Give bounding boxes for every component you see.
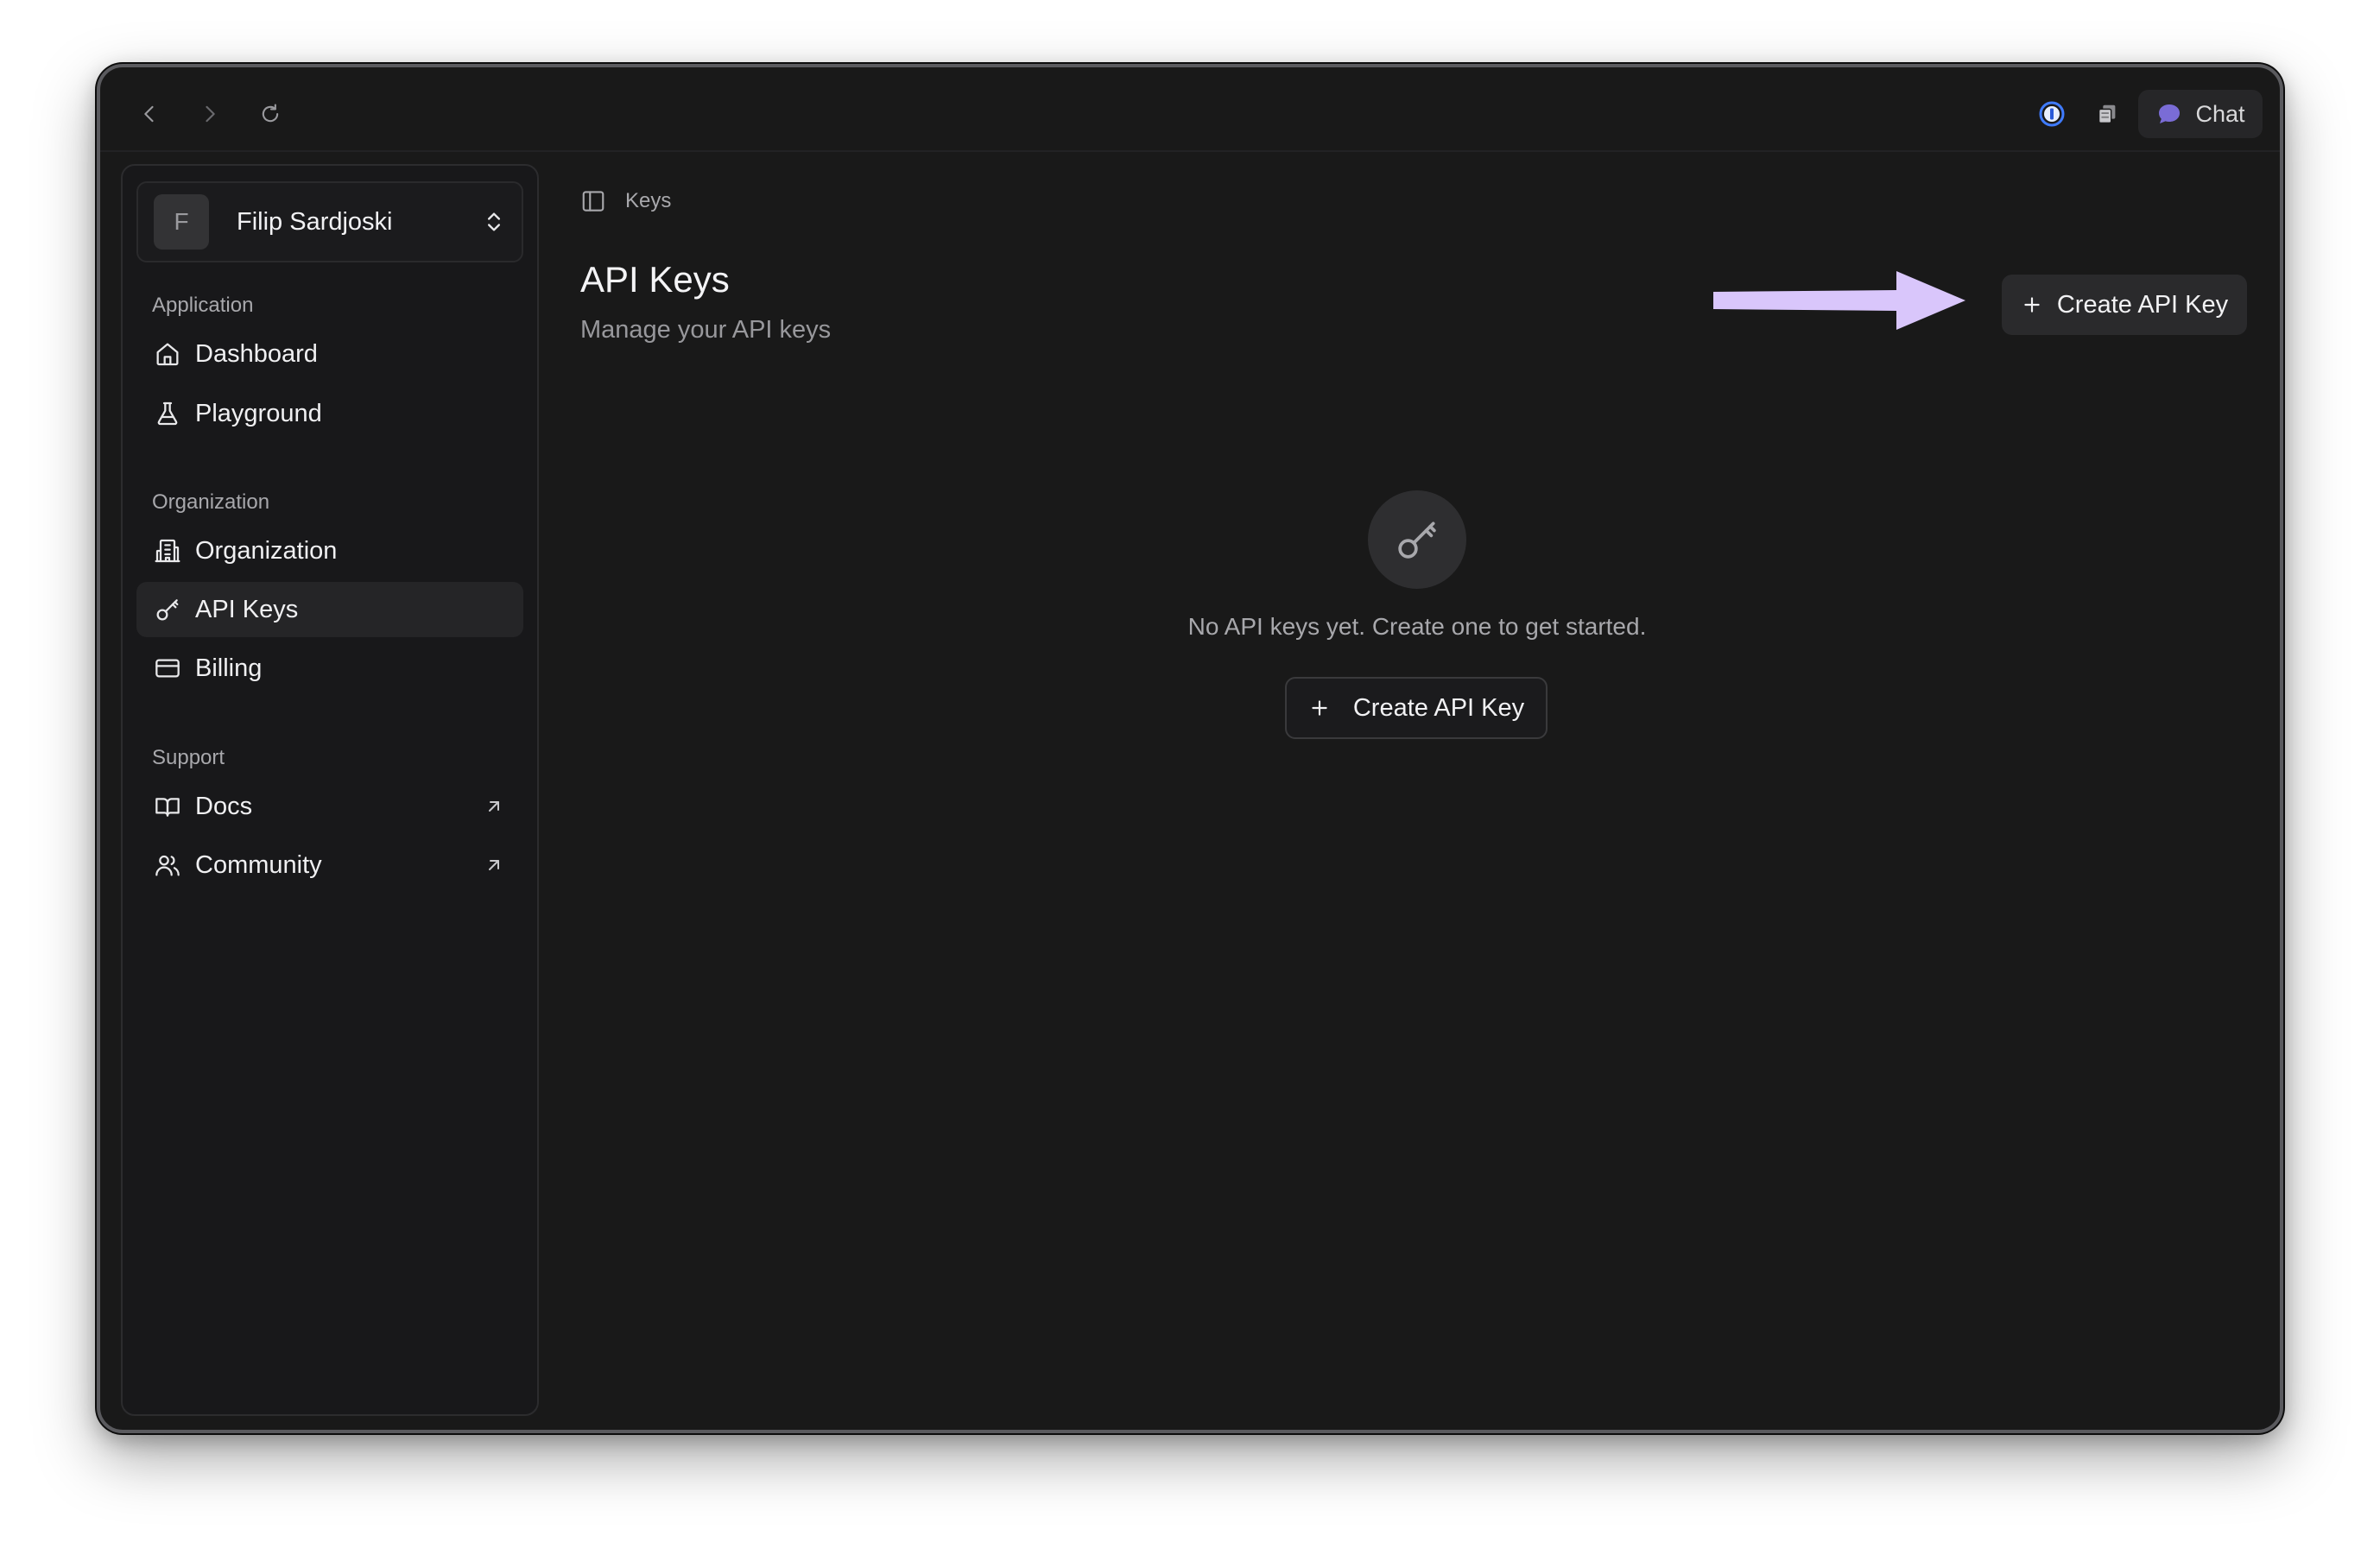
sidebar-item-api-keys[interactable]: API Keys: [136, 582, 523, 637]
chevron-right-icon: [206, 105, 215, 123]
chat-button[interactable]: Chat: [2138, 90, 2263, 138]
external-link-icon: [489, 801, 499, 812]
chevrons-up-down-icon: [488, 212, 500, 231]
breadcrumb-current: Keys: [625, 189, 672, 212]
home-icon: [152, 338, 183, 370]
sidebar-item-label: API Keys: [195, 595, 299, 623]
create-api-key-label: Create API Key: [2056, 290, 2229, 319]
section-label-application: Application: [152, 294, 254, 317]
plus-icon: [1312, 700, 1327, 716]
key-icon: [152, 594, 183, 625]
sidebar: F Filip Sardjoski Application Dashboard …: [121, 164, 539, 1416]
reload-icon: [262, 104, 279, 123]
chat-bubble-icon: [2159, 104, 2181, 123]
forward-button[interactable]: [195, 99, 225, 129]
sidebar-item-playground[interactable]: Playground: [136, 386, 523, 441]
browser-toolbar: Chat: [100, 67, 2280, 152]
empty-state-icon: [1368, 490, 1466, 589]
building-icon: [152, 535, 183, 566]
empty-state-message: No API keys yet. Create one to get start…: [1187, 613, 1647, 640]
key-icon: [1398, 521, 1436, 559]
flask-icon: [152, 398, 183, 429]
sidebar-item-billing[interactable]: Billing: [136, 641, 523, 696]
back-button[interactable]: [135, 99, 164, 129]
sidebar-item-label: Playground: [195, 399, 322, 427]
create-api-key-button[interactable]: Create API Key: [2002, 275, 2247, 335]
app-window: Chat F Filip Sardjoski Application Dashb…: [97, 64, 2283, 1433]
external-link-icon: [489, 860, 499, 870]
section-label-organization: Organization: [152, 490, 270, 514]
users-icon: [152, 850, 183, 881]
password-manager-icon: [2039, 101, 2065, 127]
copy-pages-icon: [2098, 104, 2116, 124]
sidebar-item-label: Docs: [195, 792, 253, 820]
extensions-button[interactable]: [2092, 98, 2123, 130]
user-name: Filip Sardjoski: [237, 207, 393, 236]
sidebar-item-dashboard[interactable]: Dashboard: [136, 326, 523, 382]
sidebar-item-label: Billing: [195, 654, 263, 682]
sidebar-item-community[interactable]: Community: [136, 837, 523, 893]
annotation-arrow-icon: [1713, 271, 1965, 330]
credit-card-icon: [152, 653, 183, 684]
section-label-support: Support: [152, 746, 225, 769]
sidebar-item-label: Community: [195, 850, 322, 879]
reload-button[interactable]: [256, 99, 285, 129]
empty-state-create-label: Create API Key: [1352, 693, 1525, 722]
sidebar-item-label: Organization: [195, 536, 338, 565]
page-subtitle: Manage your API keys: [580, 316, 832, 344]
breadcrumb: Keys: [580, 188, 671, 214]
sidebar-item-label: Dashboard: [195, 339, 318, 368]
empty-state-create-api-key-button[interactable]: Create API Key: [1285, 677, 1548, 739]
chat-button-label: Chat: [2195, 100, 2245, 127]
password-manager-extension[interactable]: [2036, 98, 2067, 130]
sidebar-toggle-icon[interactable]: [580, 188, 606, 214]
page-title: API Keys: [580, 259, 730, 300]
sidebar-item-docs[interactable]: Docs: [136, 779, 523, 834]
avatar: F: [154, 194, 209, 250]
sidebar-item-organization[interactable]: Organization: [136, 523, 523, 578]
plus-icon: [2024, 297, 2040, 313]
book-open-icon: [152, 791, 183, 822]
account-switcher[interactable]: F Filip Sardjoski: [136, 181, 523, 262]
chevron-left-icon: [144, 105, 154, 123]
